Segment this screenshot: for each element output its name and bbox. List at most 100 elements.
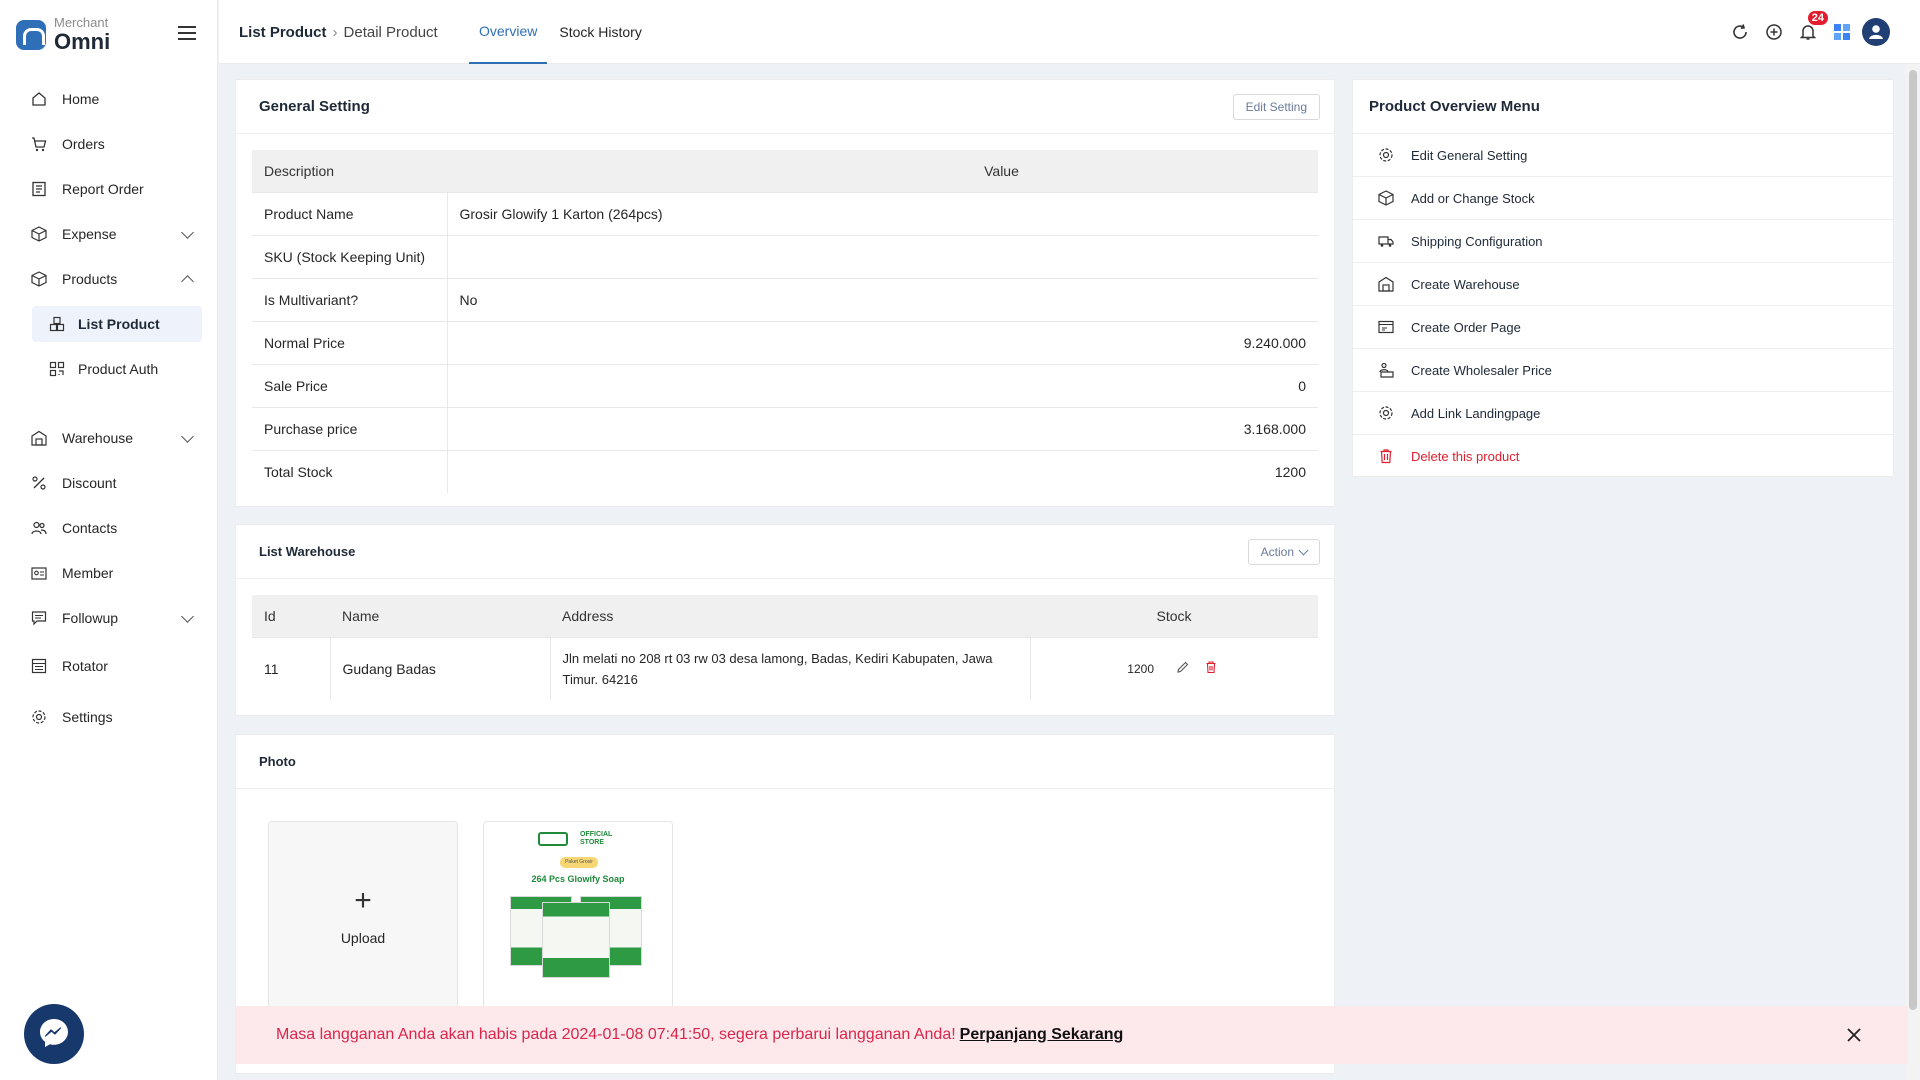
brand-name: Omni bbox=[54, 29, 111, 54]
messenger-chat-button[interactable] bbox=[24, 1004, 84, 1064]
menu-edit-general-setting[interactable]: Edit General Setting bbox=[1353, 134, 1893, 177]
menu-add-change-stock[interactable]: Add or Change Stock bbox=[1353, 177, 1893, 220]
chevron-up-icon bbox=[181, 275, 194, 288]
sidebar-item-followup[interactable]: Followup bbox=[30, 600, 202, 636]
warehouse-icon bbox=[30, 429, 48, 447]
sidebar-item-discount[interactable]: Discount bbox=[30, 465, 202, 501]
edit-pencil-icon[interactable] bbox=[1176, 660, 1190, 677]
renew-now-link[interactable]: Perpanjang Sekarang bbox=[960, 1026, 1124, 1044]
sidebar-subitem-list-product[interactable]: List Product bbox=[32, 306, 202, 342]
sidebar-item-orders[interactable]: Orders bbox=[30, 126, 202, 162]
sidebar-item-contacts[interactable]: Contacts bbox=[30, 510, 202, 546]
tab-bar: Overview Stock History bbox=[469, 0, 654, 64]
sidebar-item-label: Expense bbox=[62, 226, 117, 242]
table-row: 11 Gudang Badas Jln melati no 208 rt 03 … bbox=[252, 636, 1318, 700]
sidebar-item-report-order[interactable]: Report Order bbox=[30, 171, 202, 207]
sidebar-item-label: Warehouse bbox=[62, 430, 134, 446]
menu-toggle-icon[interactable] bbox=[178, 26, 196, 40]
chevron-down-icon bbox=[181, 430, 194, 443]
menu-create-warehouse[interactable]: Create Warehouse bbox=[1353, 263, 1893, 306]
multivariant-value: No bbox=[446, 277, 1318, 321]
avatar bbox=[1862, 18, 1890, 46]
cart-icon bbox=[30, 135, 48, 153]
add-circle-icon[interactable] bbox=[1760, 18, 1788, 46]
subscription-banner: Masa langganan Anda akan habis pada 2024… bbox=[236, 1006, 1908, 1064]
warehouse-stock-cell: 1200 bbox=[1029, 636, 1318, 700]
general-setting-card: General Setting Edit Setting Description… bbox=[235, 79, 1335, 507]
menu-create-wholesaler-price[interactable]: Create Wholesaler Price bbox=[1353, 349, 1893, 392]
menu-label: Delete this product bbox=[1411, 448, 1520, 464]
sidebar-item-label: Rotator bbox=[62, 658, 108, 674]
sku-value bbox=[446, 234, 1318, 278]
product-name-value: Grosir Glowify 1 Karton (264pcs) bbox=[446, 191, 1318, 235]
tab-overview[interactable]: Overview bbox=[469, 0, 548, 64]
table-row: Normal Price 9.240.000 bbox=[252, 320, 1318, 364]
warehouse-name: Gudang Badas bbox=[329, 636, 550, 700]
column-header-description: Description bbox=[252, 150, 447, 192]
top-actions: 24 bbox=[1720, 11, 1890, 46]
box-icon bbox=[30, 225, 48, 243]
sidebar-subitem-label: List Product bbox=[78, 316, 160, 332]
trash-icon bbox=[1377, 447, 1395, 465]
brand-logo[interactable]: Merchant Omni bbox=[16, 16, 110, 53]
warehouse-address: Jln melati no 208 rt 03 rw 03 desa lamon… bbox=[549, 636, 1030, 700]
sidebar-item-settings[interactable]: Settings bbox=[30, 699, 202, 735]
menu-label: Create Warehouse bbox=[1411, 276, 1520, 292]
sidebar-item-home[interactable]: Home bbox=[30, 81, 202, 117]
menu-delete-product[interactable]: Delete this product bbox=[1353, 435, 1893, 478]
settings-cog-icon bbox=[1377, 146, 1395, 164]
brand-small-text: Merchant bbox=[54, 15, 109, 30]
tab-stock-history[interactable]: Stock History bbox=[549, 0, 651, 64]
sidebar-subitem-label: Product Auth bbox=[78, 361, 159, 377]
users-icon bbox=[30, 519, 48, 537]
table-row: SKU (Stock Keeping Unit) bbox=[252, 234, 1318, 278]
photo-caption: 264 Pcs Glowify Soap bbox=[531, 874, 625, 884]
general-setting-title: General Setting bbox=[259, 98, 370, 115]
sidebar-item-label: Report Order bbox=[62, 181, 144, 197]
menu-shipping-configuration[interactable]: Shipping Configuration bbox=[1353, 220, 1893, 263]
breadcrumb-separator-icon: › bbox=[332, 24, 338, 41]
action-dropdown[interactable]: Action bbox=[1247, 539, 1320, 565]
menu-label: Edit General Setting bbox=[1411, 147, 1528, 163]
omni-logo-icon bbox=[16, 19, 46, 50]
sidebar: Merchant Omni Home Orders Report Order E… bbox=[0, 0, 218, 1080]
table-row: Is Multivariant? No bbox=[252, 277, 1318, 321]
delete-trash-icon[interactable] bbox=[1204, 660, 1218, 677]
notification-badge: 24 bbox=[1807, 11, 1828, 25]
menu-create-order-page[interactable]: Create Order Page bbox=[1353, 306, 1893, 349]
box-icon bbox=[30, 270, 48, 288]
banner-text: Masa langganan Anda akan habis pada 2024… bbox=[276, 1026, 956, 1043]
plus-icon: + bbox=[354, 884, 372, 917]
sidebar-item-products[interactable]: Products bbox=[30, 261, 202, 297]
id-card-icon bbox=[30, 564, 48, 582]
column-header-id: Id bbox=[252, 595, 330, 637]
bell-icon[interactable]: 24 bbox=[1794, 11, 1828, 46]
product-photo-thumbnail[interactable]: OFFICIAL STORE Paket Grosir 264 Pcs Glow… bbox=[483, 821, 673, 1011]
refresh-icon[interactable] bbox=[1726, 18, 1754, 46]
menu-add-link-landingpage[interactable]: Add Link Landingpage bbox=[1353, 392, 1893, 435]
sidebar-item-label: Member bbox=[62, 565, 114, 581]
stock-box-icon bbox=[1377, 189, 1395, 207]
sidebar-item-rotator[interactable]: Rotator bbox=[30, 648, 202, 684]
sidebar-item-warehouse[interactable]: Warehouse bbox=[30, 420, 202, 456]
action-label: Action bbox=[1260, 545, 1294, 559]
upload-button[interactable]: + Upload bbox=[268, 821, 458, 1011]
normal-price-value: 9.240.000 bbox=[446, 320, 1318, 364]
row-label: Total Stock bbox=[252, 449, 447, 493]
sidebar-item-member[interactable]: Member bbox=[30, 555, 202, 591]
close-icon[interactable] bbox=[1844, 1025, 1864, 1045]
breadcrumb-list-product[interactable]: List Product bbox=[239, 24, 327, 41]
wholesale-icon bbox=[1377, 361, 1395, 379]
warehouse-table: Id Name Address Stock 11 Gudang Badas Jl… bbox=[252, 595, 1318, 700]
sidebar-subitem-product-auth[interactable]: Product Auth bbox=[32, 351, 202, 387]
sidebar-item-expense[interactable]: Expense bbox=[30, 216, 202, 252]
edit-setting-button[interactable]: Edit Setting bbox=[1232, 94, 1320, 120]
report-icon bbox=[30, 180, 48, 198]
sidebar-item-label: Followup bbox=[62, 610, 119, 626]
apps-grid-icon[interactable] bbox=[1828, 18, 1856, 46]
row-label: Normal Price bbox=[252, 320, 447, 364]
page-scrollbar-thumb[interactable] bbox=[1909, 70, 1917, 1010]
overview-menu-list: Edit General Setting Add or Change Stock… bbox=[1353, 134, 1893, 478]
messenger-icon bbox=[37, 1016, 71, 1053]
user-avatar[interactable] bbox=[1862, 18, 1890, 46]
